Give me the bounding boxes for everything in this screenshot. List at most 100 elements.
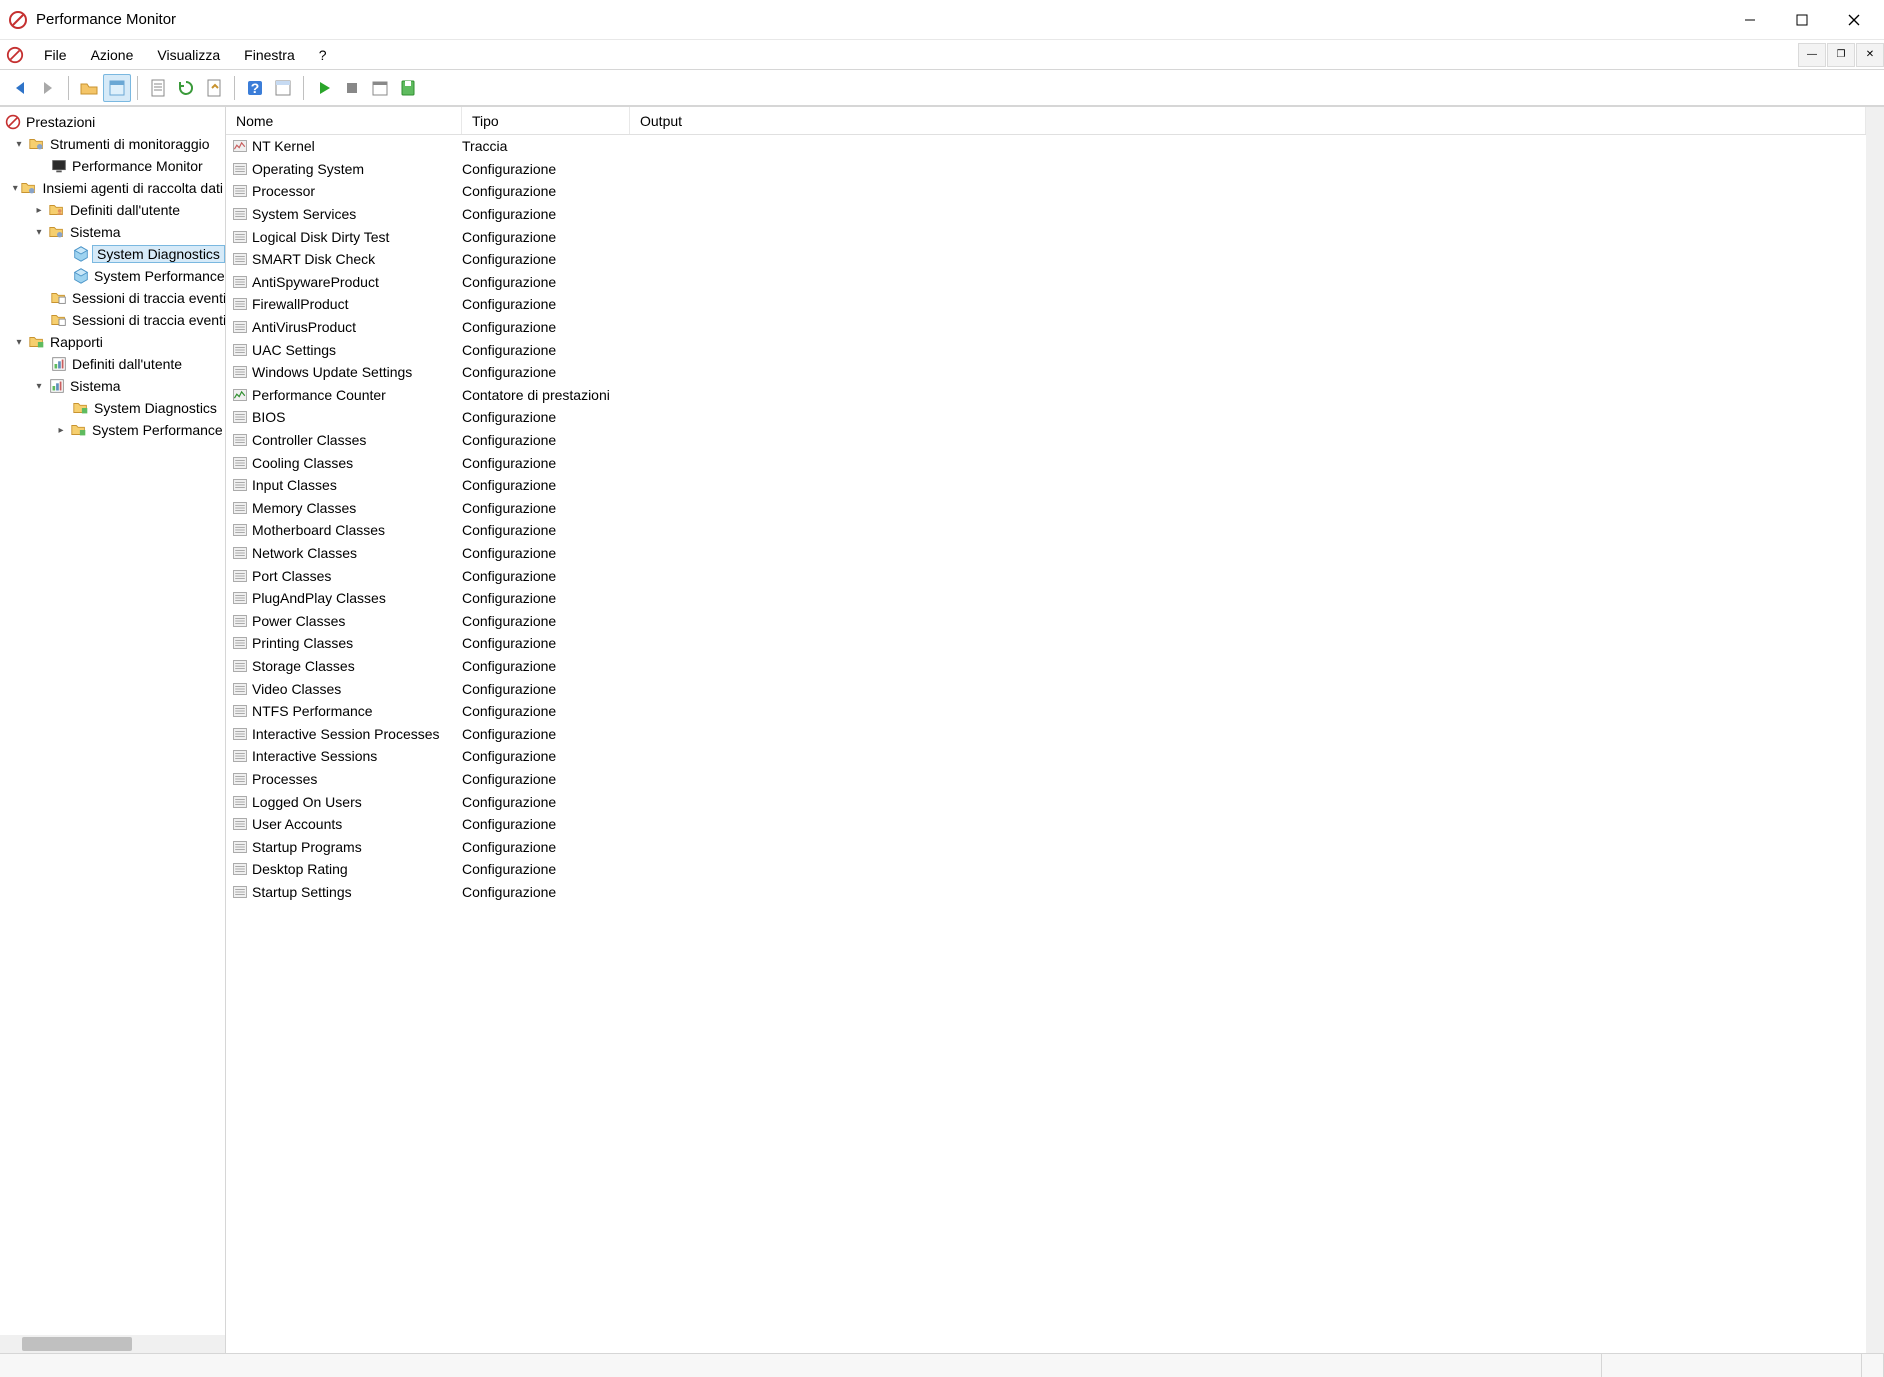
row-name: Processor [252,183,315,199]
list-row[interactable]: Logged On UsersConfigurazione [226,790,1866,813]
chevron-down-icon[interactable]: ▾ [10,337,28,348]
row-name: Power Classes [252,613,345,629]
row-type: Configurazione [462,816,630,832]
list-row[interactable]: Video ClassesConfigurazione [226,677,1866,700]
row-name: Controller Classes [252,432,366,448]
tree-root[interactable]: Prestazioni [0,111,225,133]
tree-rep-system[interactable]: ▾ Sistema [0,375,225,397]
tree-sys-perf[interactable]: System Performance [0,265,225,287]
tree-rep-perf[interactable]: ▸ System Performance [0,419,225,441]
tree-sys-diag[interactable]: System Diagnostics [0,243,225,265]
list-row[interactable]: ProcessorConfigurazione [226,180,1866,203]
forward-button[interactable] [34,74,62,102]
list-row[interactable]: Motherboard ClassesConfigurazione [226,519,1866,542]
show-hide-tree-button[interactable] [75,74,103,102]
tree-user-defined[interactable]: ▸ Definiti dall'utente [0,199,225,221]
list-row[interactable]: Network ClassesConfigurazione [226,542,1866,565]
chevron-down-icon[interactable]: ▾ [30,227,48,238]
tree-dcs[interactable]: ▾ Insiemi agenti di raccolta dati [0,177,225,199]
list-row[interactable]: Windows Update SettingsConfigurazione [226,361,1866,384]
list-row[interactable]: Power ClassesConfigurazione [226,609,1866,632]
config-icon [232,183,248,199]
list-row[interactable]: Operating SystemConfigurazione [226,158,1866,181]
menu-action[interactable]: Azione [79,43,146,67]
row-type: Configurazione [462,590,630,606]
tree-trace1[interactable]: Sessioni di traccia eventi [0,287,225,309]
row-name: Printing Classes [252,635,353,651]
menu-view[interactable]: Visualizza [145,43,232,67]
tree-horizontal-scrollbar[interactable] [0,1335,225,1353]
mdi-close-button[interactable]: ✕ [1856,43,1884,67]
config-icon [232,409,248,425]
column-header-name[interactable]: Nome [226,107,462,134]
list-row[interactable]: Desktop RatingConfigurazione [226,858,1866,881]
list-row[interactable]: Memory ClassesConfigurazione [226,497,1866,520]
start-button[interactable] [310,74,338,102]
list-row[interactable]: ProcessesConfigurazione [226,768,1866,791]
back-button[interactable] [6,74,34,102]
mdi-minimize-button[interactable]: — [1798,43,1826,67]
list-row[interactable]: FirewallProductConfigurazione [226,293,1866,316]
tree-mon-tools[interactable]: ▾ Strumenti di monitoraggio [0,133,225,155]
list-row[interactable]: Port ClassesConfigurazione [226,564,1866,587]
list-row[interactable]: System ServicesConfigurazione [226,203,1866,226]
tree-rep-user[interactable]: Definiti dall'utente [0,353,225,375]
window-button[interactable] [269,74,297,102]
row-type: Configurazione [462,251,630,267]
chevron-down-icon[interactable]: ▾ [10,139,28,150]
list-row[interactable]: Input ClassesConfigurazione [226,474,1866,497]
list-row[interactable]: AntiVirusProductConfigurazione [226,316,1866,339]
config-icon [232,590,248,606]
list-row[interactable]: SMART Disk CheckConfigurazione [226,248,1866,271]
list-vertical-scrollbar[interactable] [1866,107,1884,1353]
schedule-button[interactable] [366,74,394,102]
config-icon [232,545,248,561]
row-type: Configurazione [462,658,630,674]
list-row[interactable]: Printing ClassesConfigurazione [226,632,1866,655]
refresh-button[interactable] [172,74,200,102]
chevron-down-icon[interactable]: ▾ [10,183,20,194]
mdi-restore-button[interactable]: ❐ [1827,43,1855,67]
chevron-right-icon[interactable]: ▸ [30,205,48,216]
chevron-down-icon[interactable]: ▾ [30,381,48,392]
list-row[interactable]: Cooling ClassesConfigurazione [226,451,1866,474]
tree-trace2[interactable]: Sessioni di traccia eventi [0,309,225,331]
new-page-button[interactable] [144,74,172,102]
list-row[interactable]: Startup SettingsConfigurazione [226,881,1866,904]
list-row[interactable]: AntiSpywareProductConfigurazione [226,271,1866,294]
list-row[interactable]: NT KernelTraccia [226,135,1866,158]
maximize-button[interactable] [1776,0,1828,40]
list-row[interactable]: Interactive Session ProcessesConfigurazi… [226,722,1866,745]
export-button[interactable] [200,74,228,102]
save-button[interactable] [394,74,422,102]
list-row[interactable]: UAC SettingsConfigurazione [226,338,1866,361]
column-header-type[interactable]: Tipo [462,107,630,134]
minimize-button[interactable] [1724,0,1776,40]
chevron-right-icon[interactable]: ▸ [52,425,70,436]
tree-perfmon[interactable]: Performance Monitor [0,155,225,177]
tree-system[interactable]: ▾ Sistema [0,221,225,243]
properties-button[interactable] [103,74,131,102]
list-row[interactable]: Controller ClassesConfigurazione [226,429,1866,452]
list-row[interactable]: Startup ProgramsConfigurazione [226,835,1866,858]
list-row[interactable]: NTFS PerformanceConfigurazione [226,700,1866,723]
stop-button[interactable] [338,74,366,102]
list-row[interactable]: Performance CounterContatore di prestazi… [226,384,1866,407]
list-row[interactable]: PlugAndPlay ClassesConfigurazione [226,587,1866,610]
config-icon [232,681,248,697]
list-row[interactable]: Logical Disk Dirty TestConfigurazione [226,225,1866,248]
list-row[interactable]: Interactive SessionsConfigurazione [226,745,1866,768]
column-header-output[interactable]: Output [630,107,1866,134]
help-button[interactable] [241,74,269,102]
close-button[interactable] [1828,0,1880,40]
tree-rep-diag[interactable]: System Diagnostics [0,397,225,419]
menu-window[interactable]: Finestra [232,43,307,67]
list-row[interactable]: BIOSConfigurazione [226,406,1866,429]
tree-reports[interactable]: ▾ Rapporti [0,331,225,353]
list-row[interactable]: Storage ClassesConfigurazione [226,655,1866,678]
app-node-icon [4,113,22,131]
list-row[interactable]: User AccountsConfigurazione [226,813,1866,836]
menu-file[interactable]: File [32,43,79,67]
trace-icon [232,138,248,154]
menu-help[interactable]: ? [307,43,339,67]
